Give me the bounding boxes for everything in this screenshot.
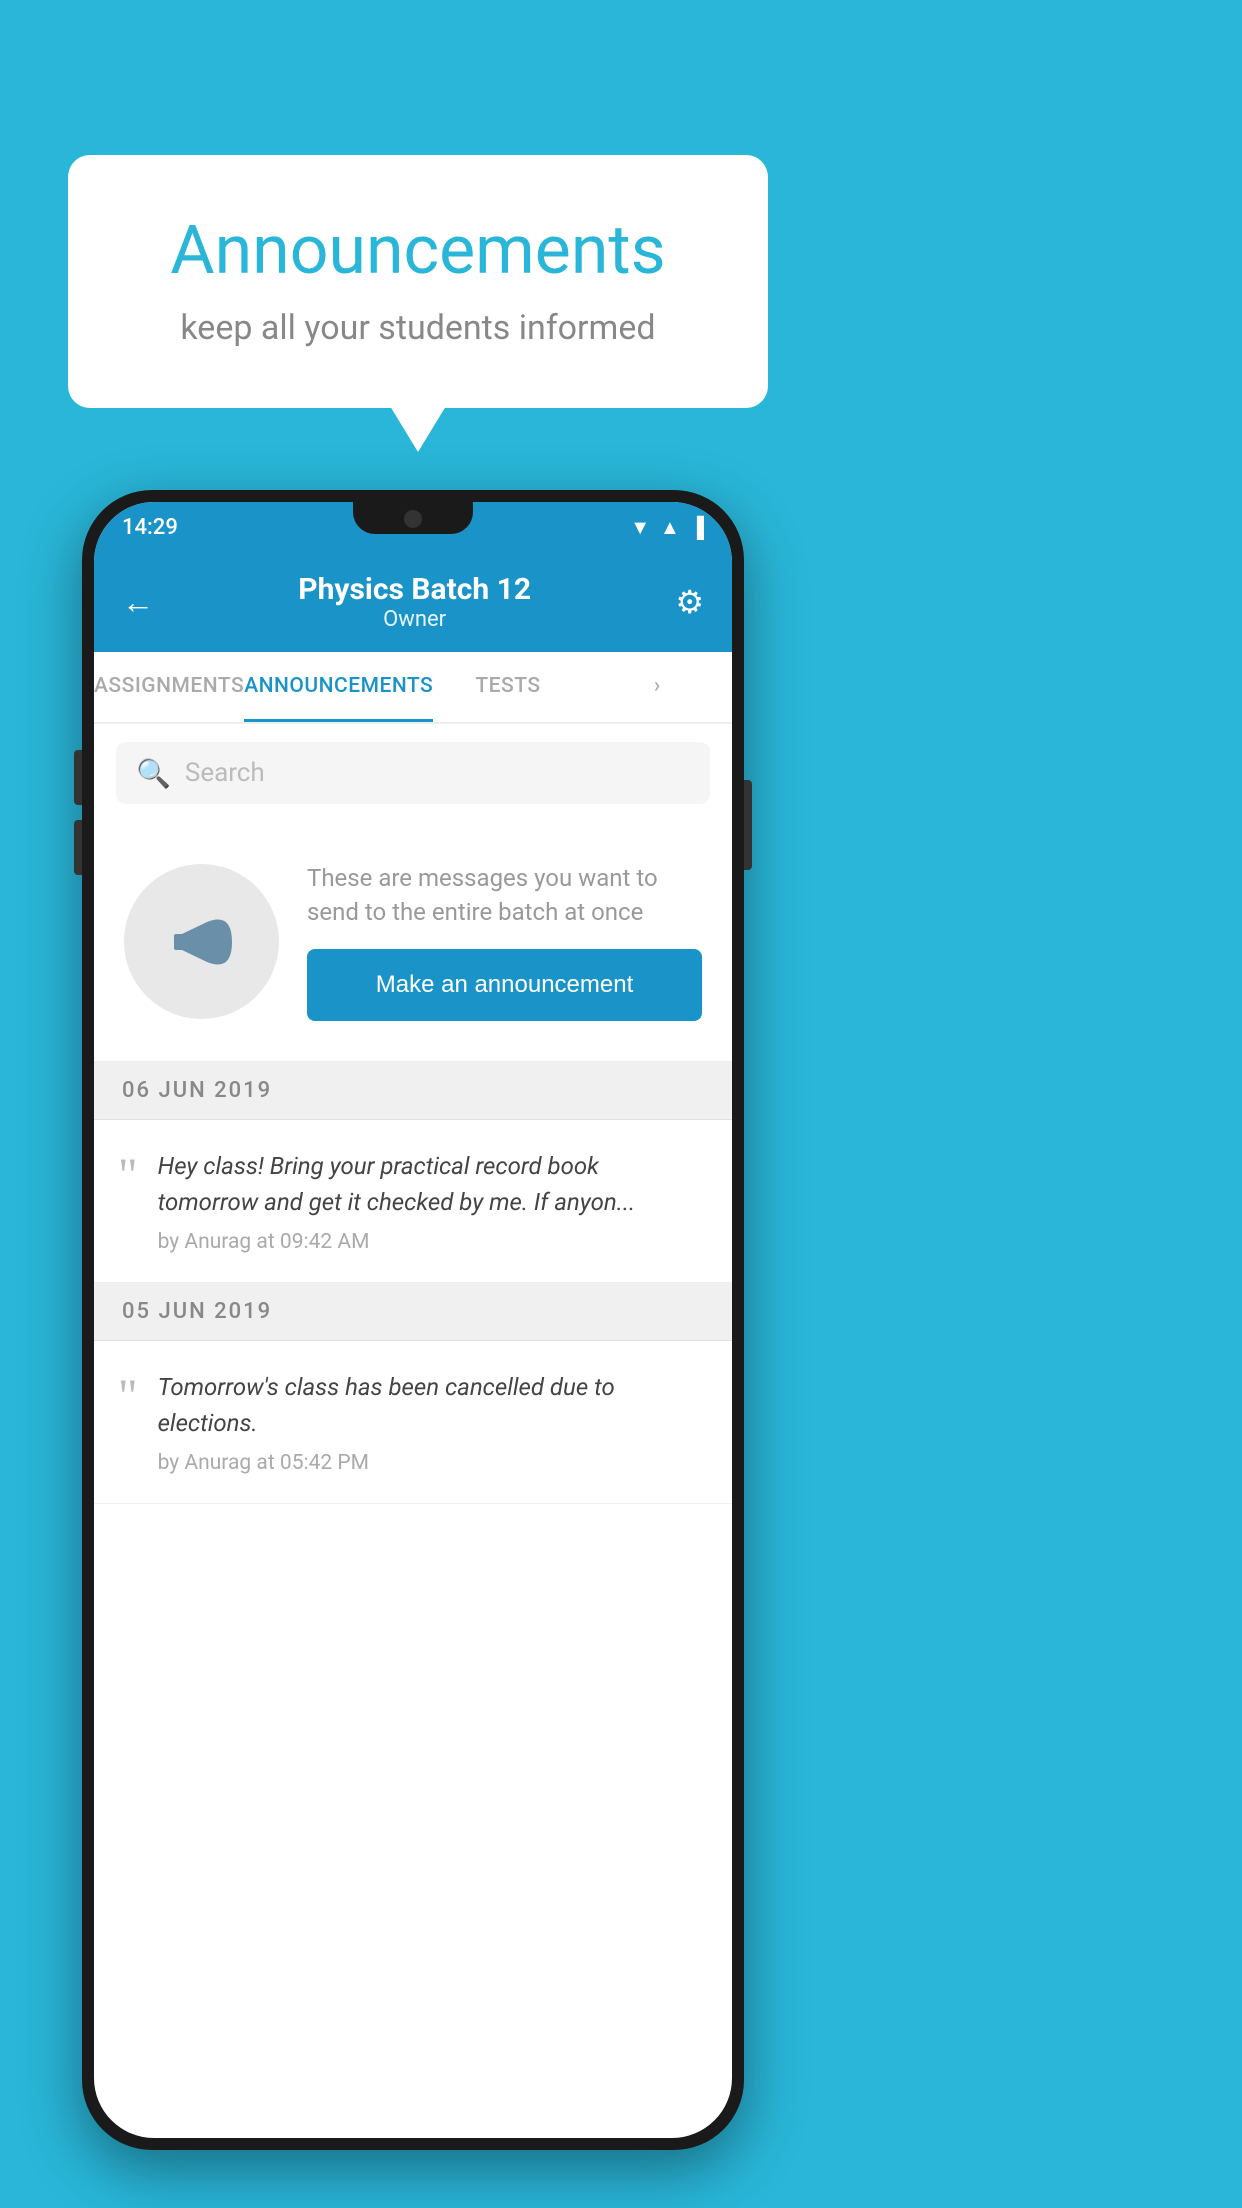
megaphone-icon bbox=[162, 902, 242, 982]
search-bar[interactable]: 🔍 Search bbox=[116, 742, 710, 804]
tabs-bar: ASSIGNMENTS ANNOUNCEMENTS TESTS › bbox=[94, 652, 732, 724]
header-subtitle: Owner bbox=[298, 607, 531, 632]
date-separator-2: 05 JUN 2019 bbox=[94, 1283, 732, 1341]
quote-icon-2: " bbox=[118, 1373, 138, 1421]
cta-content: These are messages you want to send to t… bbox=[307, 862, 702, 1021]
header-title: Physics Batch 12 bbox=[298, 572, 531, 607]
phone-screen: 14:29 ▼ ▲ ▐ ← Physics Batch 12 Owner ⚙ bbox=[94, 502, 732, 2138]
message-content-2: Tomorrow's class has been cancelled due … bbox=[158, 1369, 704, 1475]
announcement-item-1[interactable]: " Hey class! Bring your practical record… bbox=[94, 1120, 732, 1283]
speech-bubble-card: Announcements keep all your students inf… bbox=[68, 155, 768, 408]
wifi-icon: ▼ bbox=[630, 515, 650, 540]
message-text-1: Hey class! Bring your practical record b… bbox=[158, 1148, 704, 1220]
make-announcement-button[interactable]: Make an announcement bbox=[307, 949, 702, 1021]
search-container: 🔍 Search bbox=[94, 724, 732, 822]
announcement-item-2[interactable]: " Tomorrow's class has been cancelled du… bbox=[94, 1341, 732, 1504]
phone-notch bbox=[353, 502, 473, 534]
date-separator-1: 06 JUN 2019 bbox=[94, 1062, 732, 1120]
bubble-title: Announcements bbox=[128, 210, 708, 290]
battery-icon: ▐ bbox=[690, 515, 704, 540]
phone-outer: 14:29 ▼ ▲ ▐ ← Physics Batch 12 Owner ⚙ bbox=[82, 490, 744, 2150]
cta-description: These are messages you want to send to t… bbox=[307, 862, 702, 929]
tab-more[interactable]: › bbox=[583, 652, 732, 722]
volume-down-button bbox=[74, 820, 82, 875]
back-button[interactable]: ← bbox=[122, 583, 154, 621]
phone-mockup: 14:29 ▼ ▲ ▐ ← Physics Batch 12 Owner ⚙ bbox=[82, 490, 744, 2150]
header-center: Physics Batch 12 Owner bbox=[298, 572, 531, 632]
message-meta-1: by Anurag at 09:42 AM bbox=[158, 1230, 704, 1254]
announcement-cta: These are messages you want to send to t… bbox=[94, 822, 732, 1062]
quote-icon-1: " bbox=[118, 1152, 138, 1200]
announcement-icon-circle bbox=[124, 864, 279, 1019]
bubble-card: Announcements keep all your students inf… bbox=[68, 155, 768, 408]
tab-assignments[interactable]: ASSIGNMENTS bbox=[94, 652, 244, 722]
front-camera bbox=[404, 510, 422, 528]
message-text-2: Tomorrow's class has been cancelled due … bbox=[158, 1369, 704, 1441]
message-meta-2: by Anurag at 05:42 PM bbox=[158, 1451, 704, 1475]
status-time: 14:29 bbox=[122, 515, 178, 540]
tab-tests[interactable]: TESTS bbox=[433, 652, 582, 722]
tab-announcements[interactable]: ANNOUNCEMENTS bbox=[244, 652, 433, 722]
power-button bbox=[744, 780, 752, 870]
app-header: ← Physics Batch 12 Owner ⚙ bbox=[94, 552, 732, 652]
bubble-subtitle: keep all your students informed bbox=[128, 308, 708, 348]
volume-up-button bbox=[74, 750, 82, 805]
search-input[interactable]: Search bbox=[185, 758, 265, 788]
message-content-1: Hey class! Bring your practical record b… bbox=[158, 1148, 704, 1254]
settings-icon[interactable]: ⚙ bbox=[675, 583, 704, 621]
status-icons: ▼ ▲ ▐ bbox=[630, 515, 704, 540]
signal-icon: ▲ bbox=[660, 515, 680, 540]
search-icon: 🔍 bbox=[136, 757, 171, 790]
